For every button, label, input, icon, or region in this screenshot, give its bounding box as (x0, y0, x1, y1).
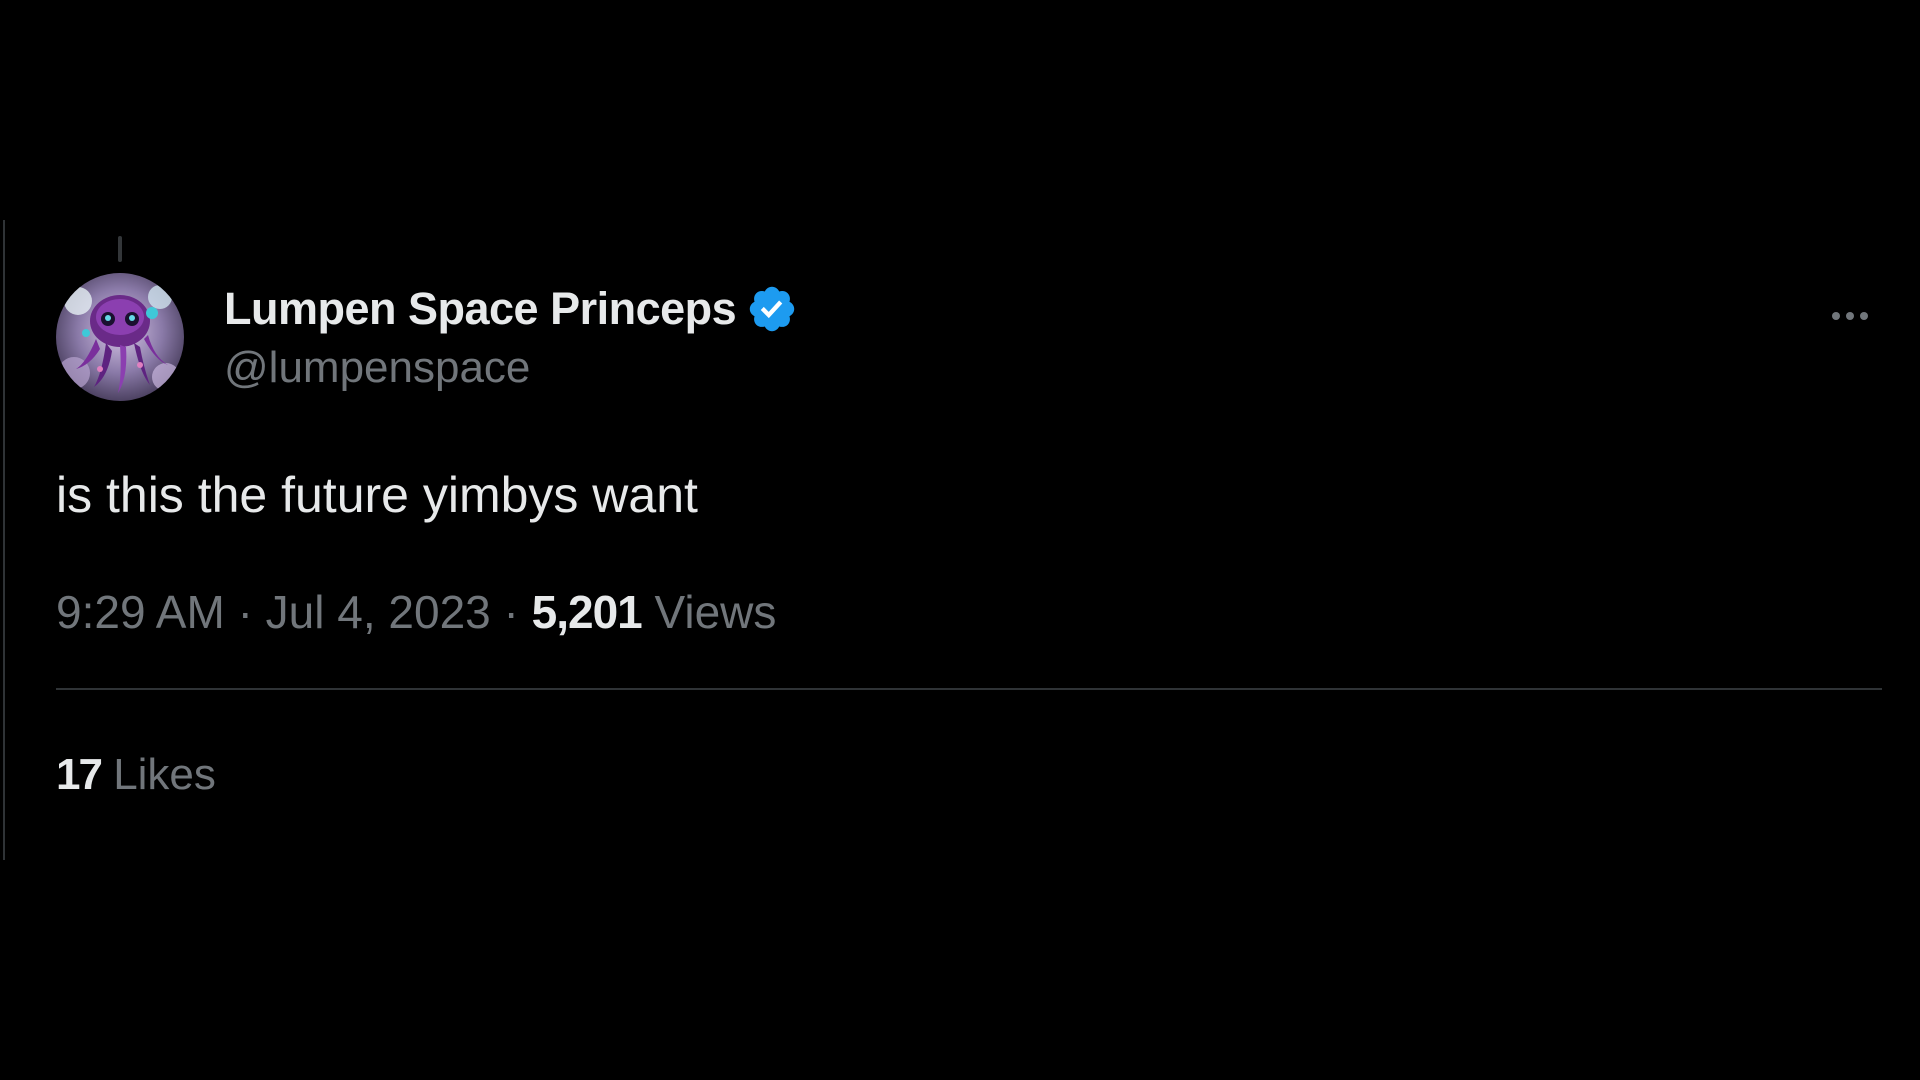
tweet-text: is this the future yimbys want (56, 467, 698, 523)
octopus-avatar-icon (56, 273, 184, 401)
tweet-screenshot: Lumpen Space Princeps @lumpenspace is th… (0, 0, 1920, 1080)
display-name[interactable]: Lumpen Space Princeps (224, 283, 737, 335)
reply-thread-connector (118, 236, 122, 262)
engagement-stats[interactable]: 17 Likes (56, 748, 1882, 802)
author-handle[interactable]: @lumpenspace (224, 343, 798, 393)
verified-badge-icon[interactable] (746, 283, 798, 335)
views-count: 5,201 (531, 586, 643, 638)
likes-label: Likes (113, 750, 216, 799)
tweet-header: Lumpen Space Princeps @lumpenspace (56, 270, 1882, 404)
avatar[interactable] (56, 273, 184, 401)
likes-count: 17 (56, 750, 103, 799)
meta-separator: · (503, 586, 519, 638)
views-label: Views (654, 586, 777, 638)
meta-separator: · (237, 586, 253, 638)
more-dot (1832, 312, 1840, 320)
tweet-time[interactable]: 9:29 AM (56, 586, 225, 638)
more-dot (1846, 312, 1854, 320)
tweet-metadata: 9:29 AM · Jul 4, 2023 · 5,201 Views (56, 584, 1882, 640)
display-name-row: Lumpen Space Princeps (224, 281, 798, 337)
author-names: Lumpen Space Princeps @lumpenspace (224, 281, 798, 393)
more-dot (1860, 312, 1868, 320)
tweet-date[interactable]: Jul 4, 2023 (266, 586, 491, 638)
more-horizontal-icon[interactable] (1818, 296, 1882, 336)
thread-border (3, 220, 5, 860)
divider (56, 688, 1882, 690)
tweet: Lumpen Space Princeps @lumpenspace is th… (56, 270, 1882, 802)
